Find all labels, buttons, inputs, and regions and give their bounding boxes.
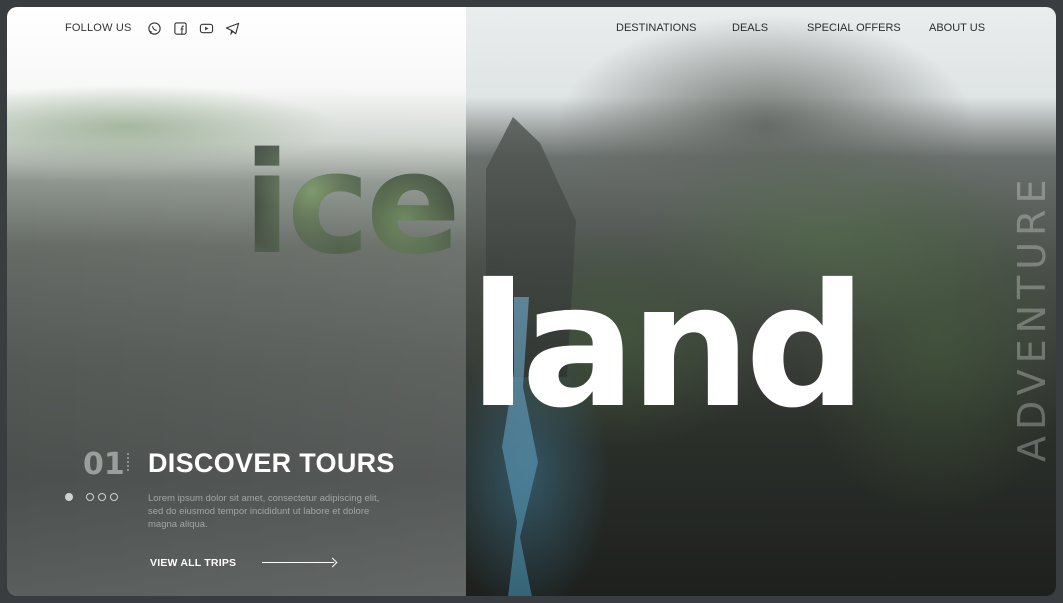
- vertical-adventure-text: ADVENTURE: [1010, 173, 1054, 462]
- youtube-icon[interactable]: [199, 21, 214, 36]
- slide-title: DISCOVER TOURS: [148, 448, 395, 478]
- whatsapp-icon[interactable]: [147, 21, 162, 36]
- hero-word-ice: ice: [243, 135, 473, 275]
- slide-pagination: [65, 493, 118, 501]
- pagination-dot-active[interactable]: [65, 493, 73, 501]
- follow-us-label: FOLLOW US: [65, 22, 132, 34]
- slide-number: 01: [83, 447, 125, 482]
- pagination-dot[interactable]: [110, 493, 118, 501]
- pagination-dot[interactable]: [98, 493, 106, 501]
- nav-special-offers[interactable]: SPECIAL OFFERS: [807, 22, 901, 34]
- facebook-icon[interactable]: [173, 21, 188, 36]
- nav-destinations[interactable]: DESTINATIONS: [616, 22, 696, 34]
- page-frame: FOLLOW US DESTINATIONS DEALS SPECIAL OFF…: [7, 7, 1056, 596]
- view-all-trips-label: VIEW ALL TRIPS: [150, 557, 237, 569]
- hero-word-land: land: [469, 248, 867, 446]
- arrow-right-icon: [262, 558, 338, 568]
- view-all-trips-link[interactable]: VIEW ALL TRIPS: [150, 557, 338, 569]
- nav-about-us[interactable]: ABOUT US: [929, 22, 985, 34]
- slide-number-divider: [127, 453, 130, 471]
- nav-deals[interactable]: DEALS: [732, 22, 768, 34]
- pagination-dot[interactable]: [86, 493, 94, 501]
- telegram-icon[interactable]: [225, 21, 240, 36]
- slide-description: Lorem ipsum dolor sit amet, consectetur …: [148, 493, 380, 530]
- social-links: [147, 21, 240, 36]
